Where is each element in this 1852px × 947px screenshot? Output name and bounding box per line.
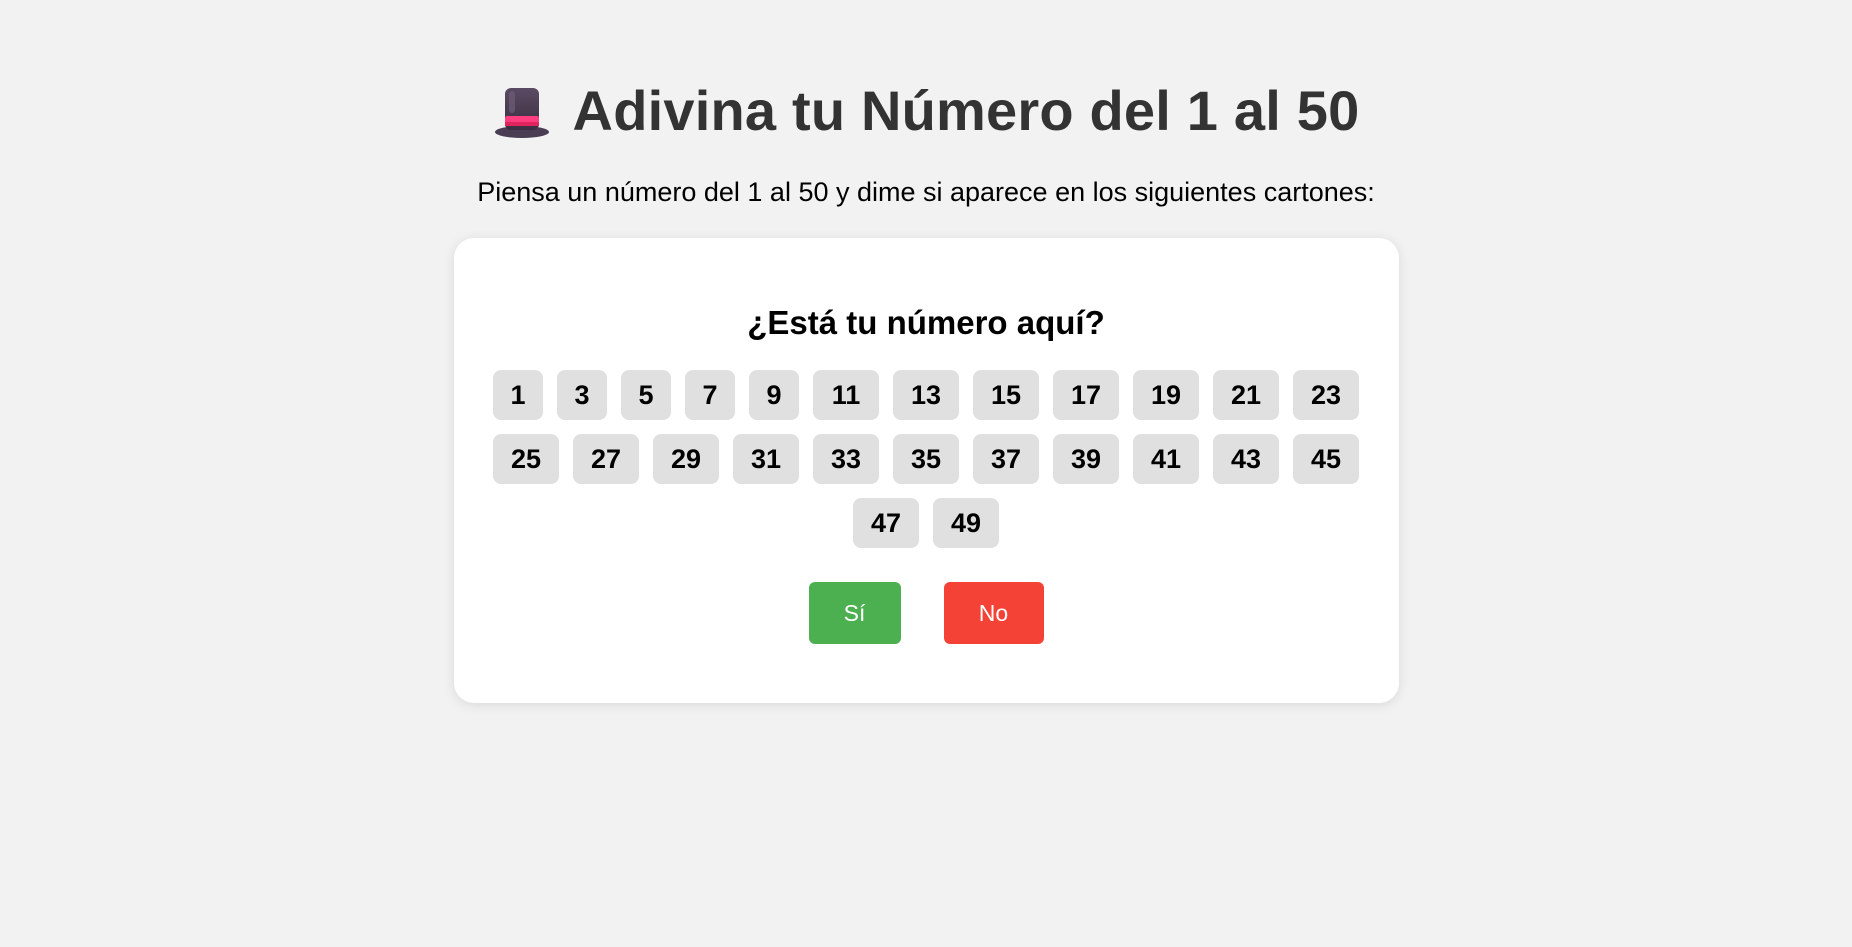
number-tile: 31 — [733, 434, 799, 484]
number-tile: 47 — [853, 498, 919, 548]
number-tile: 35 — [893, 434, 959, 484]
yes-button[interactable]: Sí — [808, 582, 901, 644]
card-question: ¿Está tu número aquí? — [747, 304, 1105, 341]
top-hat-icon — [493, 82, 551, 140]
header: Adivina tu Número del 1 al 50 — [493, 76, 1360, 146]
number-tile: 49 — [933, 498, 999, 548]
number-tile: 15 — [973, 370, 1039, 420]
no-button[interactable]: No — [943, 582, 1044, 644]
number-tile: 23 — [1293, 370, 1359, 420]
page: Adivina tu Número del 1 al 50 Piensa un … — [0, 0, 1852, 703]
number-tile: 5 — [621, 370, 671, 420]
number-tile: 39 — [1053, 434, 1119, 484]
number-tile: 29 — [653, 434, 719, 484]
page-title: Adivina tu Número del 1 al 50 — [572, 79, 1360, 142]
number-tile: 1 — [493, 370, 543, 420]
instructions: Piensa un número del 1 al 50 y dime si a… — [477, 177, 1375, 207]
number-tile: 13 — [893, 370, 959, 420]
answer-buttons: Sí No — [808, 582, 1044, 644]
number-tile: 17 — [1053, 370, 1119, 420]
number-tile: 27 — [573, 434, 639, 484]
number-tile: 3 — [557, 370, 607, 420]
number-card: ¿Está tu número aquí? 1 3 5 7 9 11 13 15 17 19 21 2… — [453, 238, 1399, 703]
number-tile: 21 — [1213, 370, 1279, 420]
number-tile: 9 — [749, 370, 799, 420]
number-tile: 43 — [1213, 434, 1279, 484]
number-tile: 7 — [685, 370, 735, 420]
number-tile: 25 — [493, 434, 559, 484]
number-tile: 41 — [1133, 434, 1199, 484]
number-tile: 37 — [973, 434, 1039, 484]
number-tile: 45 — [1293, 434, 1359, 484]
number-tile: 19 — [1133, 370, 1199, 420]
number-tile: 11 — [813, 370, 879, 420]
number-tile: 33 — [813, 434, 879, 484]
number-grid: 1 3 5 7 9 11 13 15 17 19 21 23 25 27 29 31 33 35 37 39 41 43 4… — [486, 370, 1366, 548]
